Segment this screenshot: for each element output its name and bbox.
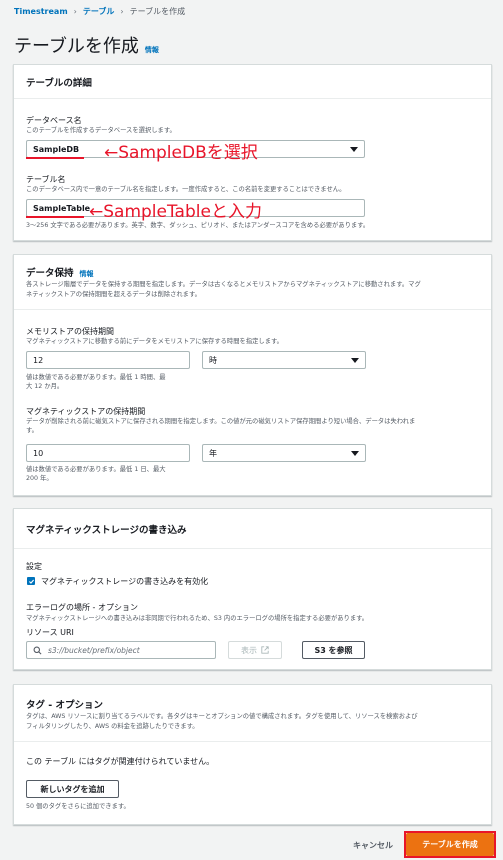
- check-icon: [28, 579, 34, 584]
- memory-retention-desc: マグネティックストアに移動する前にデータをメモリストアに保存する時間を指定します…: [26, 338, 283, 345]
- search-icon: [33, 646, 42, 654]
- magnetic-retention-label: マグネティックストアの保持期間: [26, 407, 146, 416]
- view-button[interactable]: 表示: [228, 641, 282, 659]
- db-name-value: SampleDB: [33, 144, 80, 154]
- error-log-desc: マグネティックストレージへの書き込みは非同期で行われるため、S3 内のエラーログ…: [26, 615, 369, 622]
- enable-magnetic-writes-checkbox[interactable]: [27, 577, 35, 585]
- magnetic-retention-value: 10: [33, 448, 44, 458]
- magnetic-retention-unit-select[interactable]: 年: [202, 444, 366, 462]
- tags-hint: 50 個のタグをさらに追加できます。: [26, 803, 130, 810]
- retention-desc-2: ネティックストアの保持期間を超えるデータは削除されます。: [26, 291, 201, 298]
- chevron-right-icon: ›: [120, 7, 124, 16]
- table-name-value: SampleTable: [33, 203, 91, 213]
- magnetic-writes-header: マグネティックストレージの書き込み: [14, 509, 491, 549]
- create-table-button[interactable]: テーブルを作成: [406, 833, 494, 856]
- divider: [14, 309, 491, 310]
- caret-down-icon: [351, 451, 359, 456]
- info-link[interactable]: 情報: [145, 45, 159, 55]
- underline-annotation: [26, 216, 84, 218]
- tags-desc-1: タグは、AWS リソースに割り当てるラベルです。各タグはキーとオプションの値で構…: [26, 713, 418, 720]
- browse-s3-button[interactable]: S3 を参照: [302, 641, 365, 659]
- magnetic-retention-unit: 年: [209, 448, 217, 458]
- resource-uri-placeholder: s3://bucket/prefix/object: [48, 645, 140, 655]
- error-log-label: エラーログの場所 - オプション: [26, 603, 138, 612]
- no-tags-message: この テーブル にはタグが関連付けられていません。: [26, 757, 215, 766]
- underline-annotation: [26, 157, 84, 159]
- caret-down-icon: [350, 147, 358, 152]
- table-name-hint: 3～256 文字である必要があります。英字、数字、ダッシュ、ピリオド、またはアン…: [26, 222, 370, 229]
- info-link[interactable]: 情報: [80, 269, 94, 279]
- tags-header: タグ - オプション: [26, 697, 103, 711]
- tags-desc-2: フィルタリングしたり、AWS の料金を追跡したりできます。: [26, 723, 199, 730]
- table-details-heading: テーブルの詳細: [26, 77, 92, 89]
- enable-magnetic-writes-label[interactable]: マグネティックストレージの書き込みを有効化: [41, 576, 208, 587]
- retention-header: データ保持 情報: [26, 265, 94, 279]
- db-annotation: ←SampleDBを選択: [104, 143, 258, 163]
- table-details-header: テーブルの詳細: [14, 65, 491, 99]
- magnetic-retention-hint-2: 200 年。: [26, 475, 53, 482]
- magnetic-writes-heading: マグネティックストレージの書き込み: [26, 524, 187, 536]
- retention-heading: データ保持: [26, 268, 74, 279]
- external-link-icon: [261, 646, 269, 654]
- memory-retention-value: 12: [33, 355, 44, 365]
- db-name-desc: このテーブルを作成するデータベースを選択します。: [26, 127, 176, 134]
- magnetic-retention-hint-1: 値は数値である必要があります。最低 1 日、最大: [26, 466, 166, 473]
- table-name-label: テーブル名: [26, 175, 66, 184]
- create-table-highlight: テーブルを作成: [404, 831, 496, 858]
- resource-uri-input[interactable]: s3://bucket/prefix/object: [26, 641, 216, 659]
- memory-retention-unit-select[interactable]: 時: [202, 351, 366, 369]
- tags-heading: タグ - オプション: [26, 700, 104, 711]
- memory-retention-hint-2: 大 12 か月。: [26, 383, 64, 390]
- page-title: テーブルを作成 情報: [14, 32, 159, 58]
- table-name-desc: このデータベース内で一意のテーブル名を指定します。一度作成すると、この名前を変更…: [26, 186, 346, 193]
- magnetic-writes-panel: マグネティックストレージの書き込み 設定 マグネティックストレージの書き込みを有…: [13, 508, 492, 670]
- magnetic-retention-desc-1: データが削除される前に磁気ストアに保存される期間を指定します。この値が元の磁気リ…: [26, 418, 416, 425]
- table-annotation: ←SampleTableと入力: [89, 202, 262, 222]
- magnetic-retention-desc-2: す。: [26, 427, 38, 434]
- memory-retention-input[interactable]: 12: [26, 351, 190, 369]
- breadcrumb-tables[interactable]: テーブル: [83, 6, 115, 17]
- breadcrumb-current: テーブルを作成: [129, 7, 186, 16]
- page-title-text: テーブルを作成: [14, 36, 139, 57]
- magnetic-retention-input[interactable]: 10: [26, 444, 190, 462]
- divider: [14, 741, 491, 742]
- memory-retention-unit: 時: [209, 355, 217, 365]
- retention-desc-1: 各ストレージ階層でデータを保持する期間を指定します。データは古くなるとメモリスト…: [26, 281, 421, 288]
- settings-label: 設定: [26, 562, 42, 571]
- memory-retention-label: メモリストアの保持期間: [26, 327, 114, 336]
- tags-panel: タグ - オプション タグは、AWS リソースに割り当てるラベルです。各タグはキ…: [13, 684, 492, 825]
- caret-down-icon: [351, 358, 359, 363]
- view-button-label: 表示: [241, 645, 257, 655]
- resource-uri-label: リソース URI: [26, 628, 74, 637]
- cancel-button[interactable]: キャンセル: [353, 840, 393, 851]
- table-details-panel: テーブルの詳細 データベース名 このテーブルを作成するデータベースを選択します。…: [13, 64, 492, 241]
- breadcrumb: Timestream › テーブル › テーブルを作成: [14, 6, 185, 17]
- add-tag-button[interactable]: 新しいタグを追加: [26, 780, 119, 798]
- memory-retention-hint-1: 値は数値である必要があります。最低 1 時間、最: [26, 374, 166, 381]
- breadcrumb-timestream[interactable]: Timestream: [14, 7, 68, 16]
- db-name-label: データベース名: [26, 116, 82, 125]
- chevron-right-icon: ›: [73, 7, 77, 16]
- data-retention-panel: データ保持 情報 各ストレージ階層でデータを保持する期間を指定します。データは古…: [13, 254, 492, 496]
